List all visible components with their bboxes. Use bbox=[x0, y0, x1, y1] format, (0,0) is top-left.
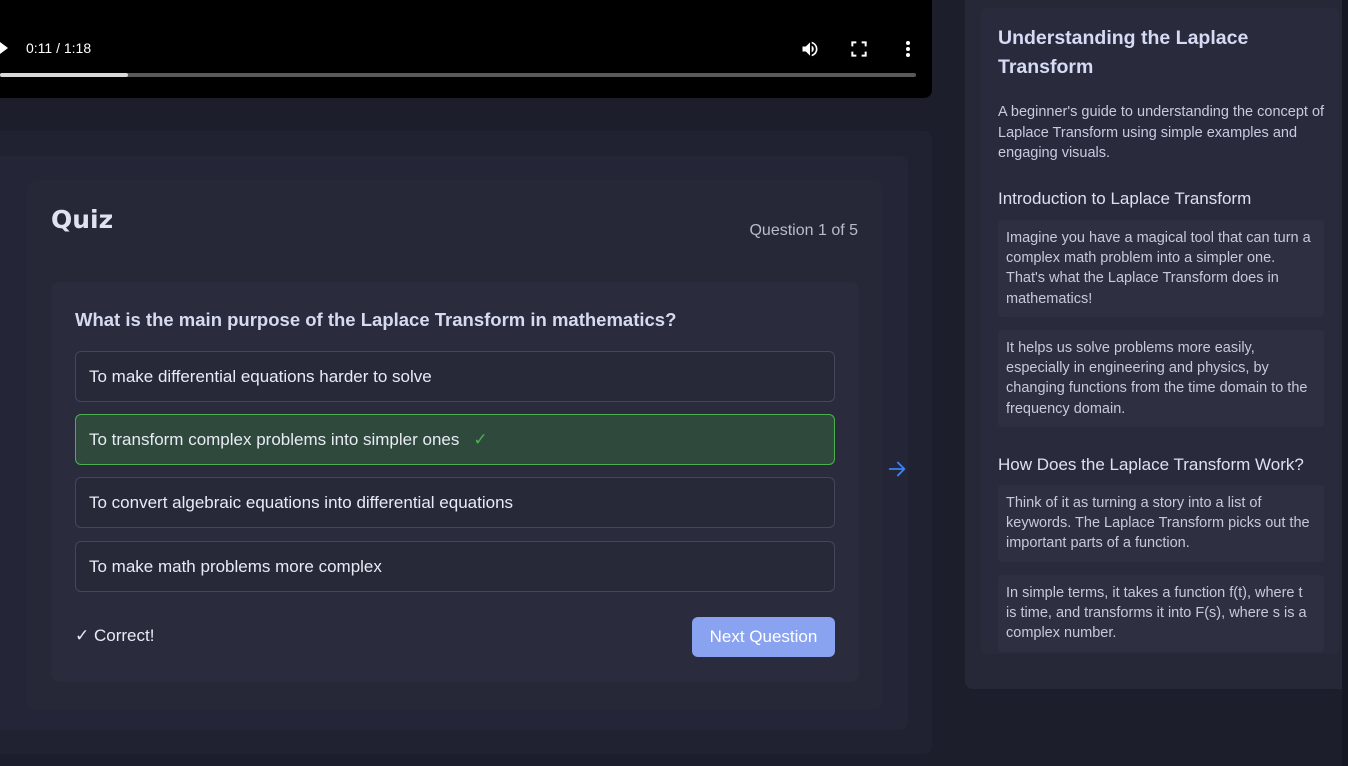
question-counter: Question 1 of 5 bbox=[749, 222, 858, 239]
answer-option-2[interactable]: To transform complex problems into simpl… bbox=[75, 414, 835, 465]
section-paragraph: It helps us solve problems more easily, … bbox=[998, 330, 1324, 427]
answer-option-label: To convert algebraic equations into diff… bbox=[89, 492, 514, 512]
video-player: 0:11 / 1:18 bbox=[0, 0, 932, 98]
play-icon[interactable] bbox=[0, 42, 8, 54]
answer-option-label: To make differential equations harder to… bbox=[89, 366, 432, 386]
volume-icon[interactable] bbox=[799, 38, 821, 60]
section-heading: How Does the Laplace Transform Work? bbox=[998, 455, 1304, 474]
video-progress-fill bbox=[0, 73, 129, 77]
next-question-button[interactable]: Next Question bbox=[692, 617, 835, 657]
section-paragraph: In simple terms, it takes a function f(t… bbox=[998, 575, 1324, 652]
lesson-title: Understanding the Laplace Transform bbox=[998, 27, 1249, 78]
section-heading: Introduction to Laplace Transform bbox=[998, 189, 1252, 208]
video-time: 0:11 / 1:18 bbox=[26, 40, 92, 56]
answer-option-label: To transform complex problems into simpl… bbox=[89, 429, 460, 449]
fullscreen-icon[interactable] bbox=[848, 38, 870, 60]
video-progress-bar[interactable] bbox=[0, 73, 916, 77]
section-paragraph: Think of it as turning a story into a li… bbox=[998, 485, 1324, 562]
answer-option-3[interactable]: To convert algebraic equations into diff… bbox=[75, 477, 835, 528]
question-text: What is the main purpose of the Laplace … bbox=[75, 309, 677, 330]
check-icon: ✓ bbox=[473, 429, 488, 449]
scrollbar-track[interactable] bbox=[1342, 0, 1348, 766]
arrow-right-icon[interactable] bbox=[886, 458, 908, 480]
quiz-title: Quiz bbox=[51, 205, 114, 234]
answer-option-1[interactable]: To make differential equations harder to… bbox=[75, 351, 835, 402]
answer-option-4[interactable]: To make math problems more complex bbox=[75, 541, 835, 592]
section-paragraph: Imagine you have a magical tool that can… bbox=[998, 220, 1324, 317]
answer-option-label: To make math problems more complex bbox=[89, 556, 382, 576]
lesson-description: A beginner's guide to understanding the … bbox=[998, 104, 1325, 161]
more-options-icon[interactable] bbox=[897, 38, 919, 60]
result-message: ✓ Correct! bbox=[75, 626, 155, 645]
